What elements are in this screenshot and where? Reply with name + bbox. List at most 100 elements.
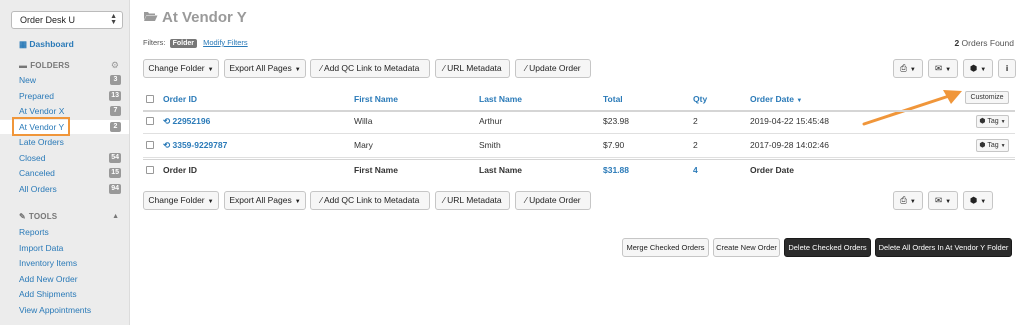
folder-label: All Orders [19, 184, 57, 194]
footer-order-date: Order Date [750, 165, 794, 175]
tool-item-inventory-items[interactable]: Inventory Items [0, 256, 129, 270]
column-header-first-name[interactable]: First Name [354, 94, 398, 104]
delete-checked-orders-button[interactable]: Delete Checked Orders [784, 238, 871, 257]
merge-checked-orders-button[interactable]: Merge Checked Orders [622, 238, 709, 257]
folder-item-canceled[interactable]: Canceled 15 [0, 166, 129, 180]
row-tag-button[interactable]: ⬢ Tag ▼ [976, 139, 1009, 152]
folder-count-badge: 2 [110, 122, 121, 132]
tag-menu-button[interactable]: ⬢ ▼ [963, 59, 993, 78]
tool-item-reports[interactable]: Reports [0, 225, 129, 239]
button-label: URL Metadata [447, 195, 502, 205]
caret-down-icon: ▼ [945, 199, 952, 205]
folder-item-new[interactable]: New 3 [0, 73, 129, 87]
add-qc-link-button[interactable]: ⁄ Add QC Link to Metadata [310, 59, 430, 78]
update-order-button-bottom[interactable]: ⁄ Update Order [515, 191, 591, 210]
select-all-checkbox[interactable] [146, 95, 154, 103]
folder-count-badge: 3 [110, 75, 121, 85]
url-metadata-button[interactable]: ⁄ URL Metadata [435, 59, 510, 78]
folder-item-prepared[interactable]: Prepared 13 [0, 89, 129, 103]
email-button-bottom[interactable]: ✉ ▼ [928, 191, 958, 210]
footer-first-name: First Name [354, 165, 398, 175]
folder-label: Canceled [19, 168, 55, 178]
tag-icon: ⬢ [969, 195, 978, 205]
change-folder-button-bottom[interactable]: Change Folder ▼ [143, 191, 219, 210]
tool-item-add-shipments[interactable]: Add Shipments [0, 287, 129, 301]
sidebar: Order Desk U ▲ ▼ ▦ Dashboard ▬ FOLDERS ⚙ N… [0, 0, 130, 325]
store-select[interactable]: Order Desk U ▲ ▼ [11, 11, 123, 29]
print-button-bottom[interactable]: ⎙ ▼ [893, 191, 923, 210]
folder-item-all-orders[interactable]: All Orders 94 [0, 182, 129, 196]
tool-item-import-data[interactable]: Import Data [0, 241, 129, 255]
page-title-text: At Vendor Y [162, 9, 247, 26]
info-button[interactable]: i [998, 59, 1016, 78]
button-label: Update Order [529, 195, 581, 205]
tag-label: Tag [987, 142, 999, 149]
folder-item-late-orders[interactable]: Late Orders [0, 135, 129, 149]
order-link-icon: ⟲ [163, 140, 171, 150]
caret-down-icon: ▼ [294, 199, 301, 205]
envelope-icon: ✉ [934, 195, 943, 205]
folder-item-closed[interactable]: Closed 54 [0, 151, 129, 165]
dashboard-link[interactable]: ▦ Dashboard [19, 39, 74, 50]
export-all-button[interactable]: Export All Pages ▼ [224, 59, 306, 78]
tag-menu-button-bottom[interactable]: ⬢ ▼ [963, 191, 993, 210]
button-label: Change Folder [148, 195, 205, 205]
first-name-cell: Willa [354, 116, 373, 126]
table-header-row: Order ID First Name Last Name Total Qty … [143, 89, 1015, 112]
modify-filters-link[interactable]: Modify Filters [203, 38, 248, 47]
column-header-total[interactable]: Total [603, 94, 623, 104]
folders-header: ▬ FOLDERS [19, 61, 70, 70]
create-new-order-button[interactable]: Create New Order [713, 238, 780, 257]
folder-label: Closed [19, 153, 46, 163]
order-id-link[interactable]: ⟲ 3359-9229787 [163, 140, 227, 151]
order-id-link[interactable]: ⟲ 22952196 [163, 116, 210, 127]
tag-label: Tag [987, 118, 999, 125]
collapse-caret-icon[interactable]: ▲ [112, 213, 119, 220]
email-button[interactable]: ✉ ▼ [928, 59, 958, 78]
button-label: Delete Checked Orders [788, 243, 867, 252]
tool-item-add-new-order[interactable]: Add New Order [0, 272, 129, 286]
tool-item-view-appointments[interactable]: View Appointments [0, 303, 129, 317]
row-checkbox[interactable] [146, 141, 154, 149]
page-title: At Vendor Y [143, 9, 247, 26]
filters-label: Filters: [143, 38, 166, 47]
folder-count-badge: 15 [109, 168, 121, 178]
change-folder-button[interactable]: Change Folder ▼ [143, 59, 219, 78]
tools-header-label: TOOLS [28, 212, 58, 221]
folder-label: At Vendor X [19, 106, 65, 116]
magic-wand-icon: ⁄ [320, 63, 323, 73]
column-header-order-date[interactable]: Order Date ▼ [750, 94, 802, 104]
column-header-last-name[interactable]: Last Name [479, 94, 522, 104]
select-arrows-icon: ▲ ▼ [110, 13, 117, 26]
delete-all-orders-button[interactable]: Delete All Orders In At Vendor Y Folder [875, 238, 1012, 257]
column-header-order-id[interactable]: Order ID [163, 94, 197, 104]
tool-label: Inventory Items [19, 258, 78, 268]
tag-icon: ⬢ [969, 63, 978, 73]
print-button[interactable]: ⎙ ▼ [893, 59, 923, 78]
tool-label: Import Data [19, 243, 64, 253]
total-cell: $7.90 [603, 140, 625, 150]
update-order-button[interactable]: ⁄ Update Order [515, 59, 591, 78]
sort-desc-icon: ▼ [796, 98, 803, 104]
button-label: URL Metadata [447, 63, 502, 73]
select-all-checkbox-footer[interactable] [146, 166, 154, 174]
footer-order-id: Order ID [163, 165, 198, 175]
magic-wand-icon: ⁄ [443, 195, 445, 205]
row-checkbox[interactable] [146, 117, 154, 125]
export-all-button-bottom[interactable]: Export All Pages ▼ [224, 191, 306, 210]
folder-icon: ▬ [19, 61, 28, 70]
total-cell: $23.98 [603, 116, 629, 126]
caret-down-icon: ▼ [1000, 119, 1006, 125]
url-metadata-button-bottom[interactable]: ⁄ URL Metadata [435, 191, 510, 210]
add-qc-link-button-bottom[interactable]: ⁄ Add QC Link to Metadata [310, 191, 430, 210]
tag-icon: ⬢ [979, 142, 986, 149]
column-header-label: Order Date [750, 94, 794, 104]
folder-item-at-vendor-x[interactable]: At Vendor X 7 [0, 104, 129, 118]
folder-count-badge: 54 [109, 153, 121, 163]
button-label: Add QC Link to Metadata [323, 195, 420, 205]
caret-down-icon: ▼ [980, 199, 987, 205]
column-header-qty[interactable]: Qty [693, 94, 707, 104]
last-name-cell: Arthur [479, 116, 503, 126]
row-tag-button[interactable]: ⬢ Tag ▼ [976, 115, 1009, 128]
gear-icon[interactable]: ⚙ [111, 60, 119, 71]
